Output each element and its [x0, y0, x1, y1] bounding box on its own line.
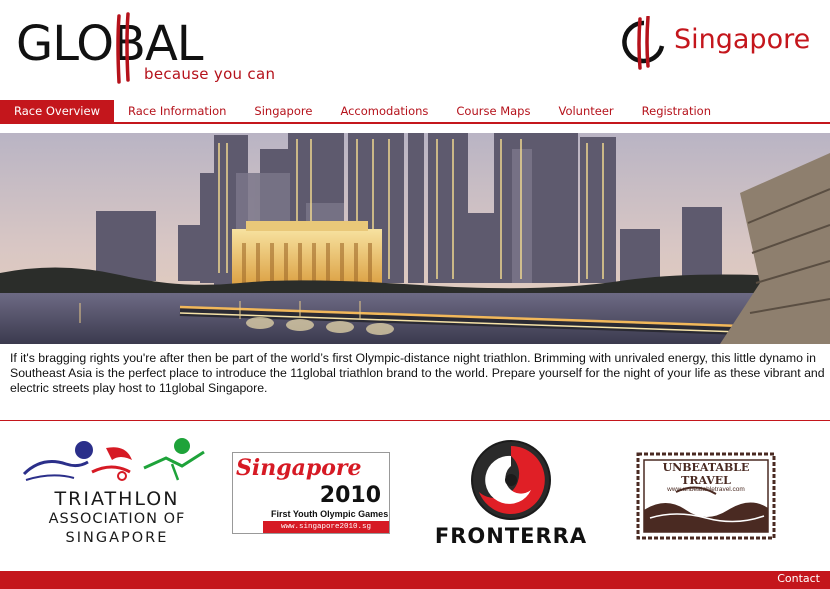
- fronterra-name: FRONTERRA: [434, 524, 588, 548]
- sg2010-subtitle: First Youth Olympic Games: [271, 509, 389, 519]
- global-logo[interactable]: GLOBAL because you can: [16, 12, 306, 86]
- singapore-logo[interactable]: Singapore: [618, 16, 830, 70]
- sg2010-url: www.singapore2010.sg: [263, 521, 389, 533]
- nav-singapore[interactable]: Singapore: [240, 100, 326, 123]
- nav-race-information[interactable]: Race Information: [114, 100, 240, 123]
- sponsor-triathlon-association[interactable]: TRIATHLON ASSOCIATION OF SINGAPORE: [22, 438, 212, 550]
- nav-registration[interactable]: Registration: [628, 100, 725, 123]
- sg2010-year: 2010: [319, 483, 381, 508]
- contact-link[interactable]: Contact: [777, 572, 820, 585]
- logo-wordmark: GLOBAL: [16, 16, 204, 72]
- tas-line-2: ASSOCIATION OF: [48, 511, 186, 527]
- unbeatable-title: UNBEATABLE TRAVEL: [662, 461, 750, 487]
- logo-tagline: because you can: [144, 65, 276, 83]
- site-header: GLOBAL because you can Singapore: [0, 0, 830, 100]
- triathletes-icon: [22, 438, 205, 481]
- sponsor-singapore-2010[interactable]: Singapore 2010 First Youth Olympic Games…: [232, 452, 390, 534]
- nav-divider: [0, 122, 830, 124]
- hero-city-image: [0, 133, 830, 344]
- main-nav: Race Overview Race Information Singapore…: [0, 100, 830, 124]
- city-name: Singapore: [674, 24, 811, 55]
- swirl-logo-icon: [471, 440, 551, 520]
- nav-race-overview[interactable]: Race Overview: [0, 100, 114, 123]
- section-divider: [0, 420, 830, 421]
- tas-line-1: TRIATHLON: [54, 488, 180, 510]
- nav-volunteer[interactable]: Volunteer: [544, 100, 627, 123]
- site-footer: Contact: [0, 571, 830, 589]
- sg2010-title: Singapore: [236, 455, 362, 481]
- sponsor-fronterra[interactable]: FRONTERRA: [413, 440, 609, 548]
- sponsor-unbeatable-travel[interactable]: UNBEATABLE TRAVEL www.unbeatabletravel.c…: [636, 452, 776, 540]
- eleven-circle-icon: [622, 16, 665, 70]
- nav-accomodations[interactable]: Accomodations: [326, 100, 442, 123]
- eleven-mark-icon: [116, 12, 130, 84]
- intro-paragraph: If it's bragging rights you're after the…: [10, 351, 825, 395]
- tas-line-3: SINGAPORE: [65, 530, 169, 546]
- unbeatable-url: www.unbeatabletravel.com: [667, 486, 745, 493]
- nav-course-maps[interactable]: Course Maps: [442, 100, 544, 123]
